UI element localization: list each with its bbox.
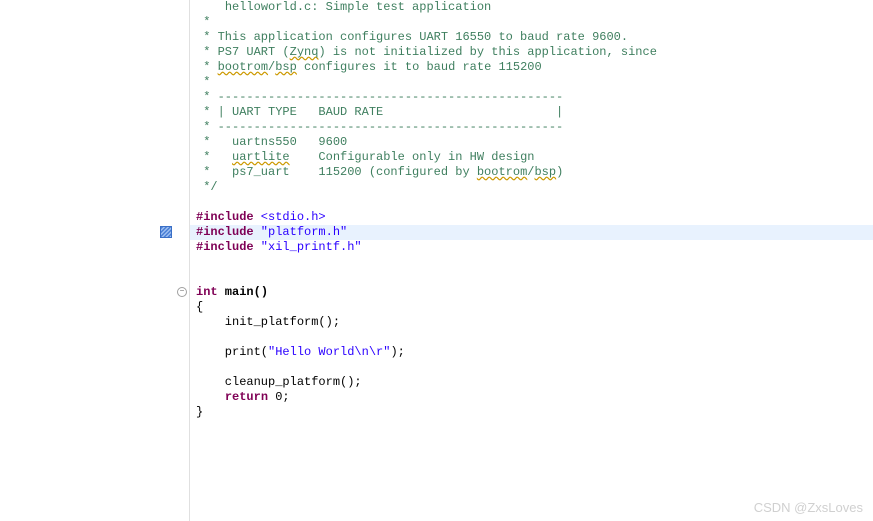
watermark-text: CSDN @ZxsLoves (754, 500, 863, 515)
return-value: 0; (268, 390, 290, 404)
code-statement: ); (390, 345, 404, 359)
comment-text: helloworld.c: Simple test application (225, 0, 491, 14)
keyword-return: return (225, 390, 268, 404)
comment-text: ) (556, 165, 563, 179)
include-keyword: #include (196, 210, 254, 224)
brace: { (196, 300, 203, 314)
comment-text: * PS7 UART ( (196, 45, 290, 59)
main-signature: main() (218, 285, 268, 299)
include-file: <stdio.h> (254, 210, 326, 224)
brace: } (196, 405, 203, 419)
include-keyword: #include (196, 225, 254, 239)
comment-text: * --------------------------------------… (196, 90, 563, 104)
spell-warn: uartlite (232, 150, 290, 164)
comment-text: Configurable only in HW design (290, 150, 535, 164)
spell-warn: Zynq (290, 45, 319, 59)
editor-gutter (155, 0, 190, 521)
indent (196, 390, 225, 404)
comment-text: * uartns550 9600 (196, 135, 347, 149)
comment-text: * --------------------------------------… (196, 120, 563, 134)
string-literal: "Hello World\n\r" (268, 345, 390, 359)
comment-text: * (196, 150, 232, 164)
breakpoint-marker[interactable] (160, 226, 172, 238)
keyword-int: int (196, 285, 218, 299)
comment-text: * ps7_uart 115200 (configured by (196, 165, 477, 179)
spell-warn: bsp (275, 60, 297, 74)
comment-text: * (196, 15, 210, 29)
spell-warn: bootrom (218, 60, 268, 74)
code-statement: cleanup_platform(); (196, 375, 362, 389)
comment-text: configures it to baud rate 115200 (297, 60, 542, 74)
include-file: "platform.h" (254, 225, 348, 239)
comment-text: ) is not initialized by this application… (318, 45, 656, 59)
fold-collapse-icon[interactable]: − (177, 287, 187, 297)
include-keyword: #include (196, 240, 254, 254)
code-editor[interactable]: helloworld.c: Simple test application * … (190, 0, 873, 420)
comment-text: * This application configures UART 16550… (196, 30, 628, 44)
spell-warn: bootrom (477, 165, 527, 179)
comment-text: * (196, 75, 210, 89)
comment-text: */ (196, 180, 218, 194)
comment-text: * (196, 60, 218, 74)
spell-warn: bsp (534, 165, 556, 179)
comment-text: * | UART TYPE BAUD RATE | (196, 105, 563, 119)
code-statement: print( (196, 345, 268, 359)
include-file: "xil_printf.h" (254, 240, 362, 254)
code-statement: init_platform(); (196, 315, 340, 329)
